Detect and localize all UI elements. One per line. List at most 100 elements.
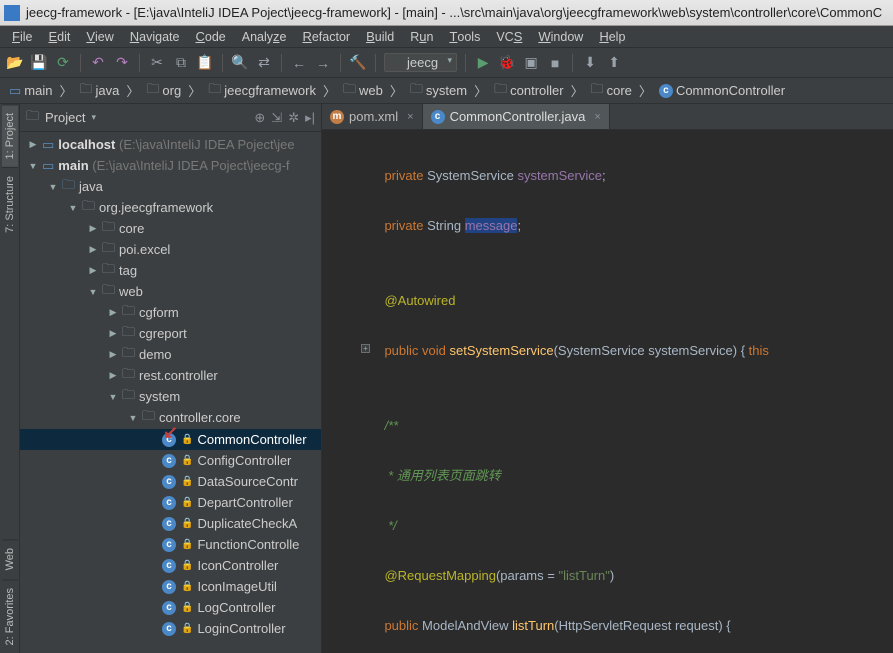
cut-icon[interactable]: ✂: [148, 54, 166, 72]
close-icon[interactable]: ×: [407, 111, 413, 123]
window-title: jeecg-framework - [E:\java\InteliJ IDEA …: [26, 5, 882, 20]
crumb-commoncontroller[interactable]: c CommonController: [654, 81, 790, 100]
crumb-system[interactable]: 🗀 system: [405, 78, 472, 104]
menu-analyze[interactable]: Analyze: [236, 27, 293, 46]
debug-icon[interactable]: 🐞: [498, 54, 516, 72]
menu-edit[interactable]: Edit: [42, 27, 76, 46]
project-icon: 🗀: [26, 107, 39, 129]
menu-code[interactable]: Code: [189, 27, 231, 46]
tree-class-logincontroller[interactable]: c🔒LoginController: [20, 618, 321, 639]
toolwin-favorites[interactable]: 2: Favorites: [2, 579, 18, 653]
crumb-jeecgframework[interactable]: 🗀 jeecgframework: [203, 78, 321, 104]
crumb-core[interactable]: 🗀 core: [586, 78, 637, 104]
editor-zone: mpom.xml× cCommonController.java× ↙ priv…: [322, 104, 893, 653]
lock-icon: 🔒: [181, 602, 193, 613]
run-icon[interactable]: ▶: [474, 54, 492, 72]
project-tool-window: 🗀 Project ▾ ⊕ ⇲ ✲ ▸| ▭localhost (E:\java…: [20, 104, 322, 653]
tree-class-functioncontroller[interactable]: c🔒FunctionControlle: [20, 534, 321, 555]
menu-build[interactable]: Build: [360, 27, 400, 46]
window-title-bar: jeecg-framework - [E:\java\InteliJ IDEA …: [0, 0, 893, 26]
tree-class-logcontroller[interactable]: c🔒LogController: [20, 597, 321, 618]
menu-run[interactable]: Run: [404, 27, 439, 46]
tree-pkg-core[interactable]: 🗀core: [20, 218, 321, 239]
tree-module-main[interactable]: ▭main (E:\java\InteliJ IDEA Poject\jeecg…: [20, 155, 321, 176]
tree-pkg-system[interactable]: 🗀system: [20, 386, 321, 407]
tree-class-datasourcecontr[interactable]: c🔒DataSourceContr: [20, 471, 321, 492]
menu-help[interactable]: Help: [593, 27, 631, 46]
redo-icon[interactable]: ↷: [113, 54, 131, 72]
back-icon[interactable]: ←: [290, 54, 308, 72]
tree-pkg-cgform[interactable]: 🗀cgform: [20, 302, 321, 323]
collapse-all-icon[interactable]: ⇲: [271, 110, 282, 126]
tree-class-configcontroller[interactable]: c🔒ConfigController: [20, 450, 321, 471]
copy-icon[interactable]: ⧉: [172, 54, 190, 72]
crumb-main[interactable]: ▭ main: [4, 81, 57, 101]
lock-icon: 🔒: [181, 476, 193, 487]
app-logo-icon: [4, 5, 20, 21]
project-view-label[interactable]: Project: [45, 110, 85, 125]
tree-pkg-poi[interactable]: 🗀poi.excel: [20, 239, 321, 260]
fold-icon[interactable]: +: [361, 344, 370, 353]
crumb-org[interactable]: 🗀 org: [141, 78, 186, 104]
lock-icon: 🔒: [181, 560, 193, 571]
close-icon[interactable]: ×: [594, 111, 600, 123]
tab-pom[interactable]: mpom.xml×: [322, 104, 423, 129]
sync-icon[interactable]: ⟳: [54, 54, 72, 72]
crumb-java[interactable]: 🗀 java: [75, 78, 125, 104]
tree-class-iconimageutil[interactable]: c🔒IconImageUtil: [20, 576, 321, 597]
tree-pkg-web[interactable]: 🗀web: [20, 281, 321, 302]
run-config-selector[interactable]: jeecg: [384, 53, 457, 72]
scroll-from-source-icon[interactable]: ⊕: [254, 110, 265, 126]
toolwin-structure[interactable]: 7: Structure: [2, 167, 18, 241]
tree-class-duplicatechecka[interactable]: c🔒DuplicateCheckA: [20, 513, 321, 534]
tree-class-departcontroller[interactable]: c🔒DepartController: [20, 492, 321, 513]
tree-pkg-demo[interactable]: 🗀demo: [20, 344, 321, 365]
tree-dir-java[interactable]: 🗀java: [20, 176, 321, 197]
menu-navigate[interactable]: Navigate: [124, 27, 186, 46]
stop-icon[interactable]: ■: [546, 54, 564, 72]
vcs-update-icon[interactable]: ⬇: [581, 54, 599, 72]
project-pane-header: 🗀 Project ▾ ⊕ ⇲ ✲ ▸|: [20, 104, 321, 132]
lock-icon: 🔒: [181, 581, 193, 592]
hide-icon[interactable]: ▸|: [305, 110, 315, 126]
tree-pkg-cgreport[interactable]: 🗀cgreport: [20, 323, 321, 344]
project-tree[interactable]: ▭localhost (E:\java\InteliJ IDEA Poject\…: [20, 132, 321, 653]
forward-icon[interactable]: →: [314, 54, 332, 72]
save-icon[interactable]: 💾: [30, 54, 48, 72]
toolwin-web[interactable]: Web: [2, 539, 18, 578]
menu-tools[interactable]: Tools: [443, 27, 486, 46]
menu-bar: File Edit View Navigate Code Analyze Ref…: [0, 26, 893, 48]
lock-icon: 🔒: [181, 434, 193, 445]
menu-refactor[interactable]: Refactor: [296, 27, 356, 46]
tree-pkg-root[interactable]: 🗀org.jeecgframework: [20, 197, 321, 218]
tree-module-localhost[interactable]: ▭localhost (E:\java\InteliJ IDEA Poject\…: [20, 134, 321, 155]
menu-file[interactable]: File: [6, 27, 38, 46]
find-icon[interactable]: 🔍: [231, 54, 249, 72]
replace-icon[interactable]: ⇄: [255, 54, 273, 72]
toolwin-project[interactable]: 1: Project: [2, 104, 18, 167]
gear-icon[interactable]: ✲: [288, 110, 299, 126]
lock-icon: 🔒: [181, 539, 193, 550]
chevron-down-icon[interactable]: ▾: [91, 112, 96, 123]
tree-pkg-rest[interactable]: 🗀rest.controller: [20, 365, 321, 386]
menu-view[interactable]: View: [80, 27, 119, 46]
coverage-icon[interactable]: ▣: [522, 54, 540, 72]
tab-commoncontroller[interactable]: cCommonController.java×: [423, 104, 610, 129]
paste-icon[interactable]: 📋: [196, 54, 214, 72]
menu-vcs[interactable]: VCS: [490, 27, 528, 46]
tree-class-iconcontroller[interactable]: c🔒IconController: [20, 555, 321, 576]
class-icon: c: [431, 110, 445, 124]
menu-window[interactable]: Window: [532, 27, 589, 46]
lock-icon: 🔒: [181, 455, 193, 466]
breadcrumb: ▭ main〉 🗀 java〉 🗀 org〉 🗀 jeecgframework〉…: [0, 78, 893, 104]
tool-window-bar-left: 1: Project 7: Structure Web 2: Favorites: [0, 104, 20, 653]
crumb-web[interactable]: 🗀 web: [338, 78, 388, 104]
code-editor[interactable]: private SystemService systemService; pri…: [322, 130, 893, 653]
tree-pkg-tag[interactable]: 🗀tag: [20, 260, 321, 281]
lock-icon: 🔒: [181, 623, 193, 634]
crumb-controller[interactable]: 🗀 controller: [489, 78, 568, 104]
open-icon[interactable]: 📂: [6, 54, 24, 72]
make-icon[interactable]: 🔨: [349, 54, 367, 72]
vcs-commit-icon[interactable]: ⬆: [605, 54, 623, 72]
undo-icon[interactable]: ↶: [89, 54, 107, 72]
